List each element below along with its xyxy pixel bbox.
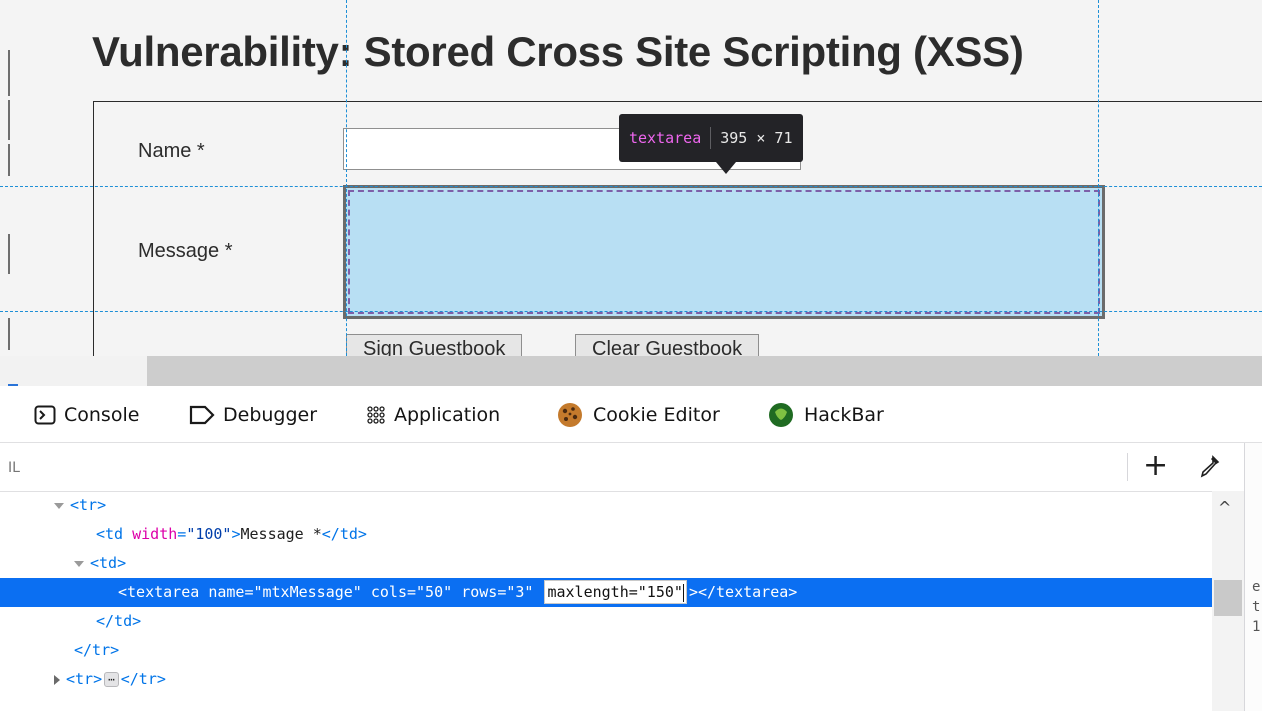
guide-line-vertical [346,0,347,356]
page-title: Vulnerability: Stored Cross Site Scripti… [92,28,1024,75]
inspector-toolbar: + [0,443,1244,492]
markup-node-tr-collapsed[interactable]: <tr> ⋯ </tr> [0,665,1212,694]
collapsed-children-button[interactable]: ⋯ [104,672,119,687]
console-icon [34,405,56,425]
scrollbar-thumb[interactable] [1214,580,1242,616]
attribute-edit-field[interactable]: maxlength="150" [544,580,687,604]
tab-debugger[interactable]: Debugger [189,402,317,428]
side-panel-fragment: t [1252,599,1261,615]
tab-label: Console [64,404,140,426]
infobar-tagname: textarea [629,129,702,147]
tab-hackbar[interactable]: HackBar [766,402,884,428]
scrollbar-track[interactable] [147,356,1262,386]
toolbar-separator [1127,453,1128,481]
gutter-mark [8,100,10,140]
scrollbar-thumb[interactable] [0,356,147,386]
message-label: Message * [138,240,233,262]
page-viewport: Vulnerability: Stored Cross Site Scripti… [0,0,1262,356]
markup-node-td[interactable]: <td> [0,549,1212,578]
tab-label: Cookie Editor [593,404,720,426]
element-highlight-overlay [346,188,1102,316]
markup-closing-tr[interactable]: </tr> [0,636,1212,665]
infobar-separator [710,127,712,149]
tab-cookie-editor[interactable]: Cookie Editor [555,402,720,428]
devtools-panel: Console Debugger Application Cookie Edit… [0,386,1262,711]
devtools-toolbar: Console Debugger Application Cookie Edit… [0,386,1262,443]
add-node-button[interactable]: + [1143,449,1168,483]
markup-node-tr[interactable]: <tr> [0,491,1212,520]
gutter-mark [8,318,10,350]
side-panel-fragment: 1 [1252,619,1261,635]
guide-line-horizontal [0,186,1262,187]
side-panel-fragment: e [1252,579,1261,595]
expand-toggle-icon[interactable] [54,674,60,685]
page-horizontal-scrollbar[interactable] [0,356,1262,386]
tab-label: Debugger [223,404,318,426]
tab-label: HackBar [804,404,884,426]
infobar-dimensions: 395 × 71 [720,129,793,147]
cookie-icon [558,403,582,427]
expand-toggle-icon[interactable] [74,560,84,567]
tab-label: Application [394,404,501,426]
highlighter-infobar: textarea 395 × 71 [619,114,803,162]
markup-view: <tr> <td width="100">Message *</td> <td>… [0,491,1212,711]
debugger-icon [189,405,215,425]
application-grid-icon [367,406,385,424]
tab-application[interactable]: Application [366,402,500,428]
rules-side-panel [1245,443,1262,711]
markup-node-td[interactable]: <td width="100">Message *</td> [0,520,1212,549]
sign-guestbook-button[interactable]: Sign Guestbook [346,334,523,356]
text-caret [682,583,684,602]
scroll-up-arrow-icon[interactable]: ^ [1218,498,1231,517]
gutter-mark [8,50,10,96]
left-gutter [0,0,10,356]
eyedropper-icon[interactable] [1198,455,1220,479]
markup-node-textarea-selected[interactable]: <textarea name="mtxMessage" cols="50" ro… [0,578,1212,607]
search-html-input[interactable] [0,451,1120,485]
clear-guestbook-button[interactable]: Clear Guestbook [575,334,760,356]
guide-line-horizontal [0,311,1262,312]
name-label: Name * [138,140,205,162]
infobar-arrow [716,162,736,174]
gutter-mark [8,234,10,274]
guide-line-vertical [1098,0,1099,356]
gutter-mark [8,144,10,176]
expand-toggle-icon[interactable] [54,502,64,509]
tab-console[interactable]: Console [34,402,139,428]
hackbar-icon [769,403,793,427]
markup-closing-td[interactable]: </td> [0,607,1212,636]
